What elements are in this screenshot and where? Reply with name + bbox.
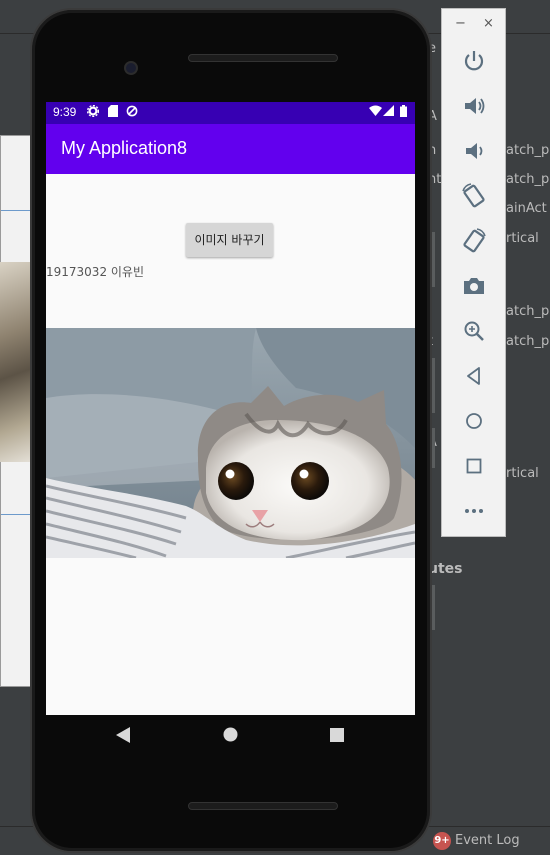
attribute-value: atch_pa (506, 334, 550, 349)
change-image-button[interactable]: 이미지 바꾸기 (186, 223, 273, 257)
top-speaker (188, 54, 338, 62)
attribute-value: rtical (506, 231, 539, 246)
home-icon[interactable] (460, 407, 488, 435)
zoom-icon[interactable] (460, 317, 488, 345)
bottom-speaker (188, 802, 338, 810)
cat-image (46, 328, 415, 558)
app-title: My Application8 (61, 138, 188, 158)
attribute-value: atch_pa (506, 172, 550, 187)
student-id-label: 19173032 이유빈 (46, 265, 145, 279)
event-log-badge: 9+ (433, 832, 451, 850)
wifi-icon (369, 105, 382, 119)
camera-icon[interactable] (460, 272, 488, 300)
front-camera (124, 61, 138, 75)
nav-back-button[interactable] (116, 727, 130, 747)
power-icon[interactable] (460, 47, 488, 75)
overview-icon[interactable] (460, 452, 488, 480)
app-toolbar: My Application8 (46, 124, 415, 174)
settings-icon (86, 104, 100, 120)
back-icon[interactable] (460, 362, 488, 390)
nav-home-button[interactable] (223, 727, 238, 746)
attributes-scrollbar[interactable] (432, 585, 435, 630)
volume-down-icon[interactable] (460, 137, 488, 165)
sd-card-icon (108, 105, 118, 120)
volume-up-icon[interactable] (460, 92, 488, 120)
event-log-button[interactable]: Event Log (455, 833, 520, 848)
attribute-value: rtical (506, 466, 539, 481)
rotate-right-icon[interactable] (460, 227, 488, 255)
nav-overview-button[interactable] (330, 727, 344, 746)
rotate-left-icon[interactable] (460, 182, 488, 210)
more-icon[interactable] (460, 497, 488, 525)
system-navigation-bar (46, 715, 415, 759)
device-screen: 9:39 My Application8 이미지 바꾸기 19173032 이유… (46, 102, 415, 715)
status-bar: 9:39 (46, 102, 415, 124)
close-button[interactable]: × (483, 17, 494, 31)
attribute-value: ainAct (506, 201, 547, 216)
attributes-section-title: utes (428, 561, 463, 577)
sync-icon (126, 105, 138, 120)
battery-icon (400, 105, 407, 120)
attributes-scrollbar[interactable] (432, 358, 435, 413)
status-time: 9:39 (53, 105, 77, 119)
attributes-scrollbar[interactable] (432, 232, 435, 287)
attributes-scrollbar[interactable] (432, 428, 435, 468)
attribute-value: atch_pa (506, 143, 550, 158)
emulator-toolbar: − × (441, 8, 506, 537)
cell-signal-icon (383, 105, 394, 119)
attribute-value: atch_pa (506, 304, 550, 319)
minimize-button[interactable]: − (455, 17, 466, 31)
